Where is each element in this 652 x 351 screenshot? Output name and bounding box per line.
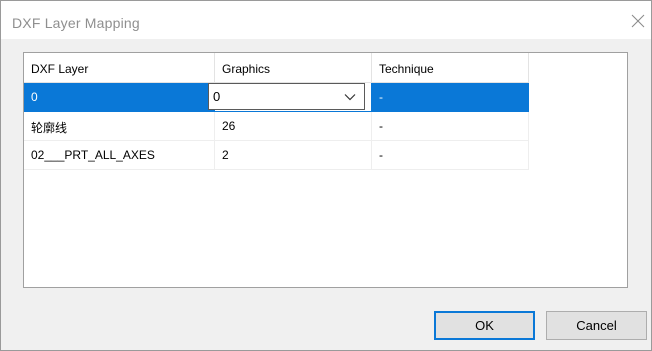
table-row[interactable]: 0 0 -: [24, 83, 529, 112]
layer-mapping-grid[interactable]: DXF Layer Graphics Technique 0 0 - 轮廓线 2…: [23, 52, 628, 288]
title-bar[interactable]: DXF Layer Mapping: [1, 1, 651, 39]
cell-graphics[interactable]: 26: [215, 112, 372, 141]
table-row[interactable]: 02___PRT_ALL_AXES 2 -: [24, 141, 529, 170]
column-header-technique[interactable]: Technique: [372, 53, 529, 83]
ok-button[interactable]: OK: [434, 311, 535, 340]
column-header-dxf-layer[interactable]: DXF Layer: [24, 53, 215, 83]
column-header-graphics[interactable]: Graphics: [215, 53, 372, 83]
chevron-down-icon[interactable]: [344, 93, 356, 101]
cell-technique[interactable]: -: [372, 112, 529, 141]
graphics-dropdown[interactable]: 0: [208, 83, 365, 110]
graphics-dropdown-value: 0: [213, 89, 221, 104]
grid-header: DXF Layer Graphics Technique: [24, 53, 529, 83]
cell-technique[interactable]: -: [372, 83, 529, 112]
cell-dxf-layer[interactable]: 轮廓线: [24, 112, 215, 141]
cancel-button[interactable]: Cancel: [546, 311, 647, 340]
table-row[interactable]: 轮廓线 26 -: [24, 112, 529, 141]
cell-graphics[interactable]: 2: [215, 141, 372, 170]
cell-graphics[interactable]: 0: [208, 83, 372, 112]
dialog-window: DXF Layer Mapping DXF Layer Graphics Tec…: [0, 0, 652, 351]
close-icon: [631, 14, 645, 28]
dialog-title: DXF Layer Mapping: [12, 15, 140, 31]
cell-dxf-layer[interactable]: 0: [24, 83, 215, 112]
cell-technique[interactable]: -: [372, 141, 529, 170]
cell-dxf-layer[interactable]: 02___PRT_ALL_AXES: [24, 141, 215, 170]
close-button[interactable]: [625, 9, 651, 33]
